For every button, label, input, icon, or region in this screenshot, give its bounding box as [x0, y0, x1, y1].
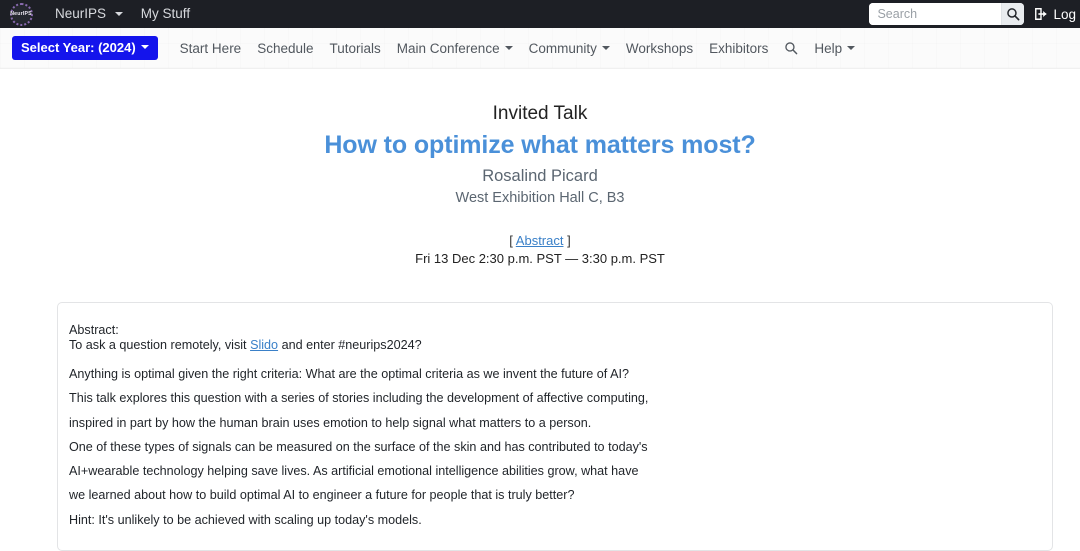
subnav-search-button[interactable] — [776, 41, 806, 55]
abstract-paragraph: inspired in part by how the human brain … — [69, 415, 592, 430]
subnav-item-help-label: Help — [814, 40, 843, 56]
subnav-item-main-conference-label: Main Conference — [396, 40, 500, 56]
abstract-paragraph: One of these types of signals can be mea… — [69, 439, 648, 454]
abstract-link-row: [ Abstract ] — [0, 233, 1080, 248]
topnav-item-my-stuff-label: My Stuff — [140, 6, 191, 21]
abstract-card: Abstract: To ask a question remotely, vi… — [57, 302, 1053, 551]
subnav-item-start-here[interactable]: Start Here — [172, 41, 250, 56]
subnav-item-help[interactable]: Help — [806, 41, 863, 56]
chevron-down-icon — [504, 45, 513, 50]
search-icon — [1007, 8, 1020, 21]
abstract-link[interactable]: Abstract — [516, 233, 564, 248]
sign-in-icon — [1035, 8, 1047, 20]
talk-type-kicker: Invited Talk — [492, 103, 588, 124]
header-search — [869, 3, 1025, 25]
page-title: How to optimize what matters most? — [324, 131, 756, 159]
chevron-down-icon — [601, 45, 610, 50]
chevron-down-icon — [114, 11, 123, 16]
logo-ring-icon: NeurIPS — [9, 2, 33, 26]
subnav-item-start-here-label: Start Here — [179, 40, 242, 56]
slido-suffix: and enter #neurips2024? — [278, 338, 422, 352]
abstract-paragraph: Anything is optimal given the right crit… — [69, 367, 629, 381]
talk-time: Fri 13 Dec 2:30 p.m. PST — 3:30 p.m. PST — [415, 251, 665, 266]
topbar-right-group: Log — [869, 0, 1080, 28]
slido-line: To ask a question remotely, visit Slido … — [69, 338, 1052, 353]
subnav-item-workshops[interactable]: Workshops — [618, 41, 701, 56]
speaker-name: Rosalind Picard — [482, 167, 598, 185]
slido-prefix: To ask a question remotely, visit — [69, 338, 251, 352]
neurips-logo[interactable]: NeurIPS — [6, 2, 36, 26]
login-label: Log — [1053, 6, 1076, 22]
search-submit-button[interactable] — [1001, 3, 1025, 25]
subnav-item-exhibitors[interactable]: Exhibitors — [701, 41, 776, 56]
main-content: Invited Talk How to optimize what matter… — [0, 69, 1080, 551]
venue-location: West Exhibition Hall C, B3 — [455, 190, 625, 206]
topnav-item-my-stuff[interactable]: My Stuff — [132, 0, 199, 28]
select-year-button[interactable]: Select Year: (2024) — [12, 36, 158, 60]
search-input[interactable] — [869, 3, 1002, 25]
subnav-item-workshops-label: Workshops — [625, 40, 694, 56]
subnav-item-schedule-label: Schedule — [257, 40, 314, 56]
secondary-navigation-bar: Select Year: (2024) Start Here Schedule … — [0, 28, 1080, 69]
subnav-item-tutorials[interactable]: Tutorials — [322, 41, 389, 56]
subnav-item-community-label: Community — [528, 40, 597, 56]
subnav-item-schedule[interactable]: Schedule — [249, 41, 321, 56]
abstract-paragraph: we learned about how to build optimal AI… — [69, 488, 575, 503]
slido-link[interactable]: Slido — [250, 338, 278, 352]
select-year-label: Select Year: (2024) — [21, 40, 136, 55]
bracket-open: [ — [509, 233, 513, 248]
chevron-down-icon — [140, 45, 149, 49]
abstract-paragraph: Hint: It's unlikely to be achieved with … — [69, 512, 422, 527]
logo-label: NeurIPS — [10, 11, 32, 17]
subnav-item-tutorials-label: Tutorials — [329, 40, 381, 56]
topnav-item-neurips[interactable]: NeurIPS — [46, 0, 132, 28]
abstract-paragraph: This talk explores this question with a … — [69, 391, 649, 406]
top-navigation-bar: NeurIPS NeurIPS My Stuff Log — [0, 0, 1080, 28]
search-icon — [785, 42, 798, 55]
bracket-close: ] — [567, 233, 571, 248]
chevron-down-icon — [847, 45, 856, 50]
login-link[interactable]: Log — [1034, 7, 1080, 22]
abstract-paragraph: AI+wearable technology helping save live… — [69, 464, 639, 479]
subnav-item-main-conference[interactable]: Main Conference — [389, 41, 521, 56]
topnav-item-neurips-label: NeurIPS — [55, 6, 107, 21]
subnav-item-community[interactable]: Community — [521, 41, 618, 56]
subnav-item-exhibitors-label: Exhibitors — [709, 40, 769, 56]
abstract-heading: Abstract: — [69, 323, 119, 337]
